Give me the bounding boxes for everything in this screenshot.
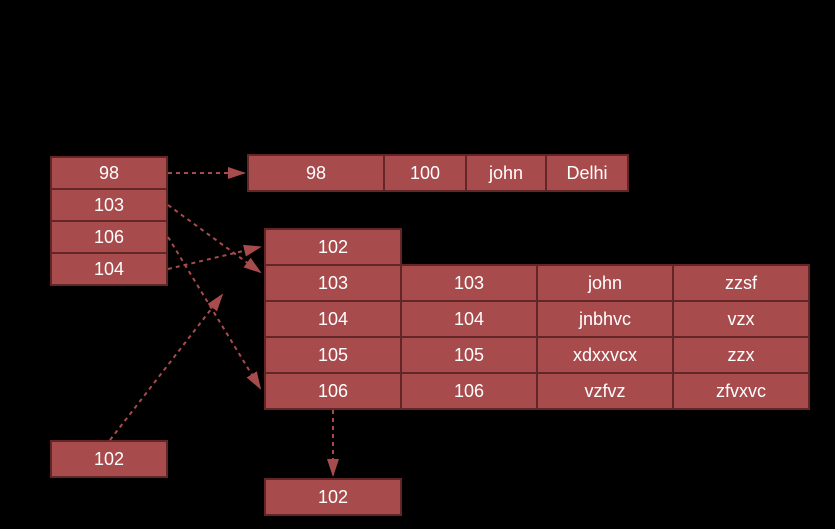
arrow-103-to-row [168, 205, 260, 272]
block2-r2-c3: zzx [672, 336, 810, 374]
block2-r3-c1: 106 [400, 372, 538, 410]
arrow-106-to-row [168, 237, 260, 388]
arrow-102left-up [110, 295, 222, 440]
row98-cell-1: 100 [383, 154, 467, 192]
single-102-mid: 102 [264, 478, 402, 516]
row98-cell-0: 98 [247, 154, 385, 192]
block2-r0-c1: 103 [400, 264, 538, 302]
left-list-item-1: 103 [50, 188, 168, 222]
left-list-item-2: 106 [50, 220, 168, 254]
block2-r3-c3: zfvxvc [672, 372, 810, 410]
block2-r3-c2: vzfvz [536, 372, 674, 410]
block2-r1-c3: vzx [672, 300, 810, 338]
block2-header: 102 [264, 228, 402, 266]
row98-cell-3: Delhi [545, 154, 629, 192]
block2-r0-c0: 103 [264, 264, 402, 302]
block2-r1-c1: 104 [400, 300, 538, 338]
row98-cell-2: john [465, 154, 547, 192]
block2-r3-c0: 106 [264, 372, 402, 410]
single-102-left: 102 [50, 440, 168, 478]
block2-r2-c0: 105 [264, 336, 402, 374]
block2-r0-c3: zzsf [672, 264, 810, 302]
block2-r2-c1: 105 [400, 336, 538, 374]
block2-r1-c0: 104 [264, 300, 402, 338]
block2-r0-c2: john [536, 264, 674, 302]
block2-r1-c2: jnbhvc [536, 300, 674, 338]
block2-r2-c2: xdxxvcx [536, 336, 674, 374]
left-list-item-3: 104 [50, 252, 168, 286]
left-list-item-0: 98 [50, 156, 168, 190]
arrow-104-to-header [168, 247, 260, 269]
